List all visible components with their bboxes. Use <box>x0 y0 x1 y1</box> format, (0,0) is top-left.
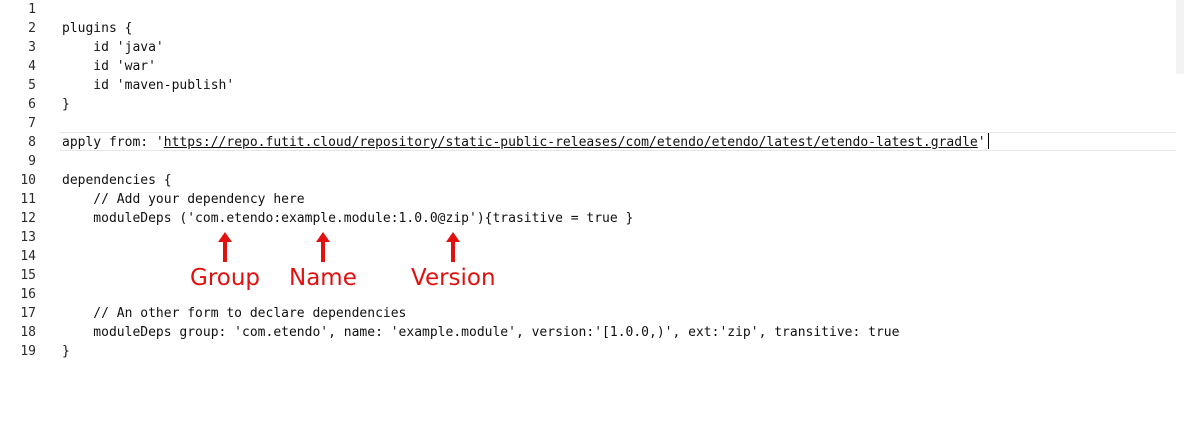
code-line-19[interactable]: } <box>62 342 70 361</box>
code-line-11[interactable]: // Add your dependency here <box>62 190 304 209</box>
line-number: 8 <box>28 135 36 150</box>
scrollbar-thumb[interactable] <box>1176 0 1184 74</box>
annotation-label-name: Name <box>289 265 357 291</box>
line-number: 10 <box>20 173 36 188</box>
line-number: 19 <box>20 344 36 359</box>
code-line-8[interactable]: apply from: 'https://repo.futit.cloud/re… <box>62 133 989 152</box>
line-number: 4 <box>28 59 36 74</box>
line-number: 2 <box>28 21 36 36</box>
line-number: 17 <box>20 306 36 321</box>
annotation-group: Group <box>190 232 260 292</box>
up-arrow-icon <box>446 232 461 262</box>
apply-from-keyword: apply from: ' <box>62 135 164 150</box>
annotation-version: Version <box>411 232 496 292</box>
line-number: 9 <box>28 154 36 169</box>
code-line-12[interactable]: moduleDeps ('com.etendo:example.module:1… <box>62 209 633 228</box>
line-number: 18 <box>20 325 36 340</box>
line-number: 11 <box>20 192 36 207</box>
code-line-6[interactable]: } <box>62 95 70 114</box>
code-line-3[interactable]: id 'java' <box>62 38 163 57</box>
gradle-url-link[interactable]: https://repo.futit.cloud/repository/stat… <box>164 135 978 150</box>
code-line-10[interactable]: dependencies { <box>62 171 172 190</box>
annotation-label-version: Version <box>411 265 496 291</box>
line-number: 5 <box>28 78 36 93</box>
code-line-18[interactable]: moduleDeps group: 'com.etendo', name: 'e… <box>62 323 899 342</box>
quote-close: ' <box>977 135 986 150</box>
line-number: 1 <box>28 2 36 17</box>
line-number: 7 <box>28 116 36 131</box>
annotation-name: Name <box>289 232 357 292</box>
up-arrow-icon <box>315 232 330 262</box>
line-number: 6 <box>28 97 36 112</box>
line-number: 3 <box>28 40 36 55</box>
line-number: 12 <box>20 211 36 226</box>
code-line-5[interactable]: id 'maven-publish' <box>62 76 234 95</box>
line-number-gutter: 1 2 3 4 5 6 7 8 9 10 11 12 13 14 15 16 1… <box>0 0 48 434</box>
code-line-17[interactable]: // An other form to declare dependencies <box>62 304 406 323</box>
code-editor[interactable]: 1 2 3 4 5 6 7 8 9 10 11 12 13 14 15 16 1… <box>0 0 1184 434</box>
line-number: 16 <box>20 287 36 302</box>
text-caret <box>987 133 989 149</box>
line-number: 15 <box>20 268 36 283</box>
annotation-label-group: Group <box>190 265 261 291</box>
line-number: 14 <box>20 249 36 264</box>
code-line-2[interactable]: plugins { <box>62 19 132 38</box>
up-arrow-icon <box>218 232 233 262</box>
line-number: 13 <box>20 230 36 245</box>
code-line-4[interactable]: id 'war' <box>62 57 156 76</box>
